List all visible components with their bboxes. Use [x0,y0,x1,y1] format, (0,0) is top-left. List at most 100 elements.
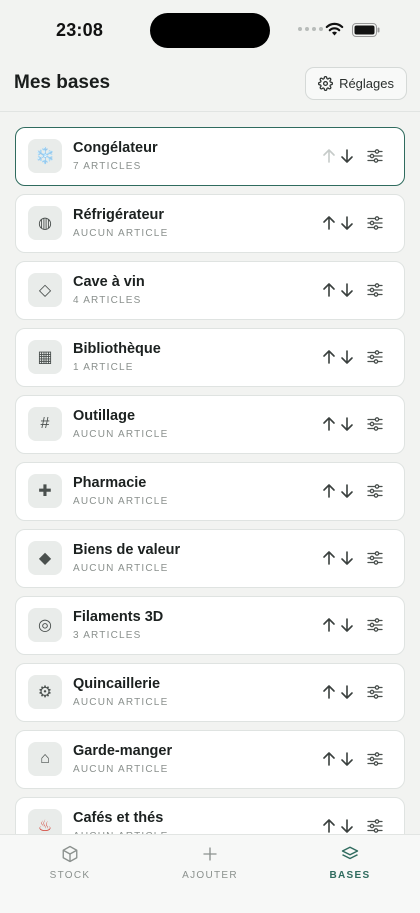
move-down-icon[interactable] [340,148,354,164]
sliders-icon[interactable] [367,283,383,297]
hot-drink-icon-glyph: ♨ [37,818,53,835]
base-name: Cafés et thés [73,810,164,826]
reorder-controls [322,148,354,164]
page-title: Mes bases [14,72,111,93]
move-down-icon[interactable] [340,349,354,365]
base-card[interactable]: ◍ Réfrigérateur AUCUN ARTICLE [15,194,405,253]
settings-button[interactable]: Réglages [305,67,407,100]
reorder-controls [322,617,354,633]
base-name: Quincaillerie [73,676,161,692]
base-count: 7 ARTICLES [73,161,142,172]
base-card[interactable]: ❄️ Congélateur 7 ARTICLES [15,127,405,186]
move-up-icon[interactable] [322,684,336,700]
base-card[interactable]: ⌂ Garde-manger AUCUN ARTICLE [15,730,405,789]
box-icon [62,845,78,863]
move-up-icon[interactable] [322,416,336,432]
move-down-icon[interactable] [340,684,354,700]
reorder-controls [322,483,354,499]
snowflake-icon: ❄️ [28,139,62,173]
book-square-icon: ▦ [28,340,62,374]
tab-stock[interactable]: STOCK [30,845,110,881]
move-down-icon[interactable] [340,751,354,767]
sliders-icon[interactable] [367,216,383,230]
gear-icon [318,76,334,91]
base-count: AUCUN ARTICLE [73,697,169,708]
move-down-icon[interactable] [340,617,354,633]
sliders-icon[interactable] [367,685,383,699]
tab-bases-label: BASES [329,870,371,881]
move-up-icon[interactable] [322,282,336,298]
fridge-icon: ◍ [28,206,62,240]
base-count: AUCUN ARTICLE [73,228,169,239]
tab-bases[interactable]: BASES [310,845,390,881]
book-square-icon-glyph: ▦ [37,349,53,366]
sliders-icon[interactable] [367,618,383,632]
move-up-icon [322,148,336,164]
base-card[interactable]: # Outillage AUCUN ARTICLE [15,395,405,454]
spool-icon: ◎ [28,608,62,642]
sliders-icon[interactable] [367,819,383,833]
base-card[interactable]: ◇ Cave à vin 4 ARTICLES [15,261,405,320]
settings-label: Réglages [339,76,394,91]
base-card[interactable]: ⚙ Quincaillerie AUCUN ARTICLE [15,663,405,722]
status-time: 23:08 [56,20,104,40]
cross-icon-glyph: ✚ [38,483,52,500]
sliders-icon[interactable] [367,149,383,163]
reorder-controls [322,818,354,834]
header: Mes bases Réglages [0,60,420,112]
base-card[interactable]: ◆ Biens de valeur AUCUN ARTICLE [15,529,405,588]
move-up-icon[interactable] [322,550,336,566]
base-name: Garde-manger [73,743,173,759]
reorder-controls [322,349,354,365]
move-up-icon[interactable] [322,349,336,365]
tab-ajouter[interactable]: AJOUTER [170,845,250,881]
base-count: AUCUN ARTICLE [73,563,169,574]
move-up-icon[interactable] [322,751,336,767]
base-count: 1 ARTICLE [73,362,134,373]
move-up-icon[interactable] [322,483,336,499]
house-icon-glyph: ⌂ [40,750,50,767]
move-down-icon[interactable] [340,483,354,499]
reorder-controls [322,416,354,432]
move-down-icon[interactable] [340,550,354,566]
base-card[interactable]: ✚ Pharmacie AUCUN ARTICLE [15,462,405,521]
battery-icon [352,23,380,37]
base-name: Réfrigérateur [73,207,165,223]
diamond-filled-icon: ◆ [28,541,62,575]
sliders-icon[interactable] [367,484,383,498]
sliders-icon[interactable] [367,350,383,364]
base-count: AUCUN ARTICLE [73,496,169,507]
reorder-controls [322,215,354,231]
move-down-icon[interactable] [340,215,354,231]
sliders-icon[interactable] [367,417,383,431]
sliders-icon[interactable] [367,752,383,766]
diamond-outline-icon-glyph: ◇ [38,282,52,299]
base-count: AUCUN ARTICLE [73,764,169,775]
dynamic-island [150,13,270,48]
base-card[interactable]: ▦ Bibliothèque 1 ARTICLE [15,328,405,387]
status-bar: 23:08 [0,0,420,60]
base-name: Cave à vin [73,274,145,290]
signal-icon [298,27,323,31]
base-count: 4 ARTICLES [73,295,142,306]
base-card[interactable]: ◎ Filaments 3D 3 ARTICLES [15,596,405,655]
move-down-icon[interactable] [340,416,354,432]
cross-icon: ✚ [28,474,62,508]
reorder-controls [322,550,354,566]
tab-ajouter-label: AJOUTER [182,870,238,881]
move-down-icon[interactable] [340,818,354,834]
hash-icon: # [28,407,62,441]
base-count: 3 ARTICLES [73,630,142,641]
move-up-icon[interactable] [322,215,336,231]
move-up-icon[interactable] [322,818,336,834]
fridge-icon-glyph: ◍ [38,215,52,232]
sliders-icon[interactable] [367,551,383,565]
move-down-icon[interactable] [340,282,354,298]
diamond-outline-icon: ◇ [28,273,62,307]
base-name: Pharmacie [73,475,147,491]
plus-icon [203,847,217,861]
reorder-controls [322,751,354,767]
move-up-icon[interactable] [322,617,336,633]
base-count: AUCUN ARTICLE [73,429,169,440]
spool-icon-glyph: ◎ [38,617,52,634]
